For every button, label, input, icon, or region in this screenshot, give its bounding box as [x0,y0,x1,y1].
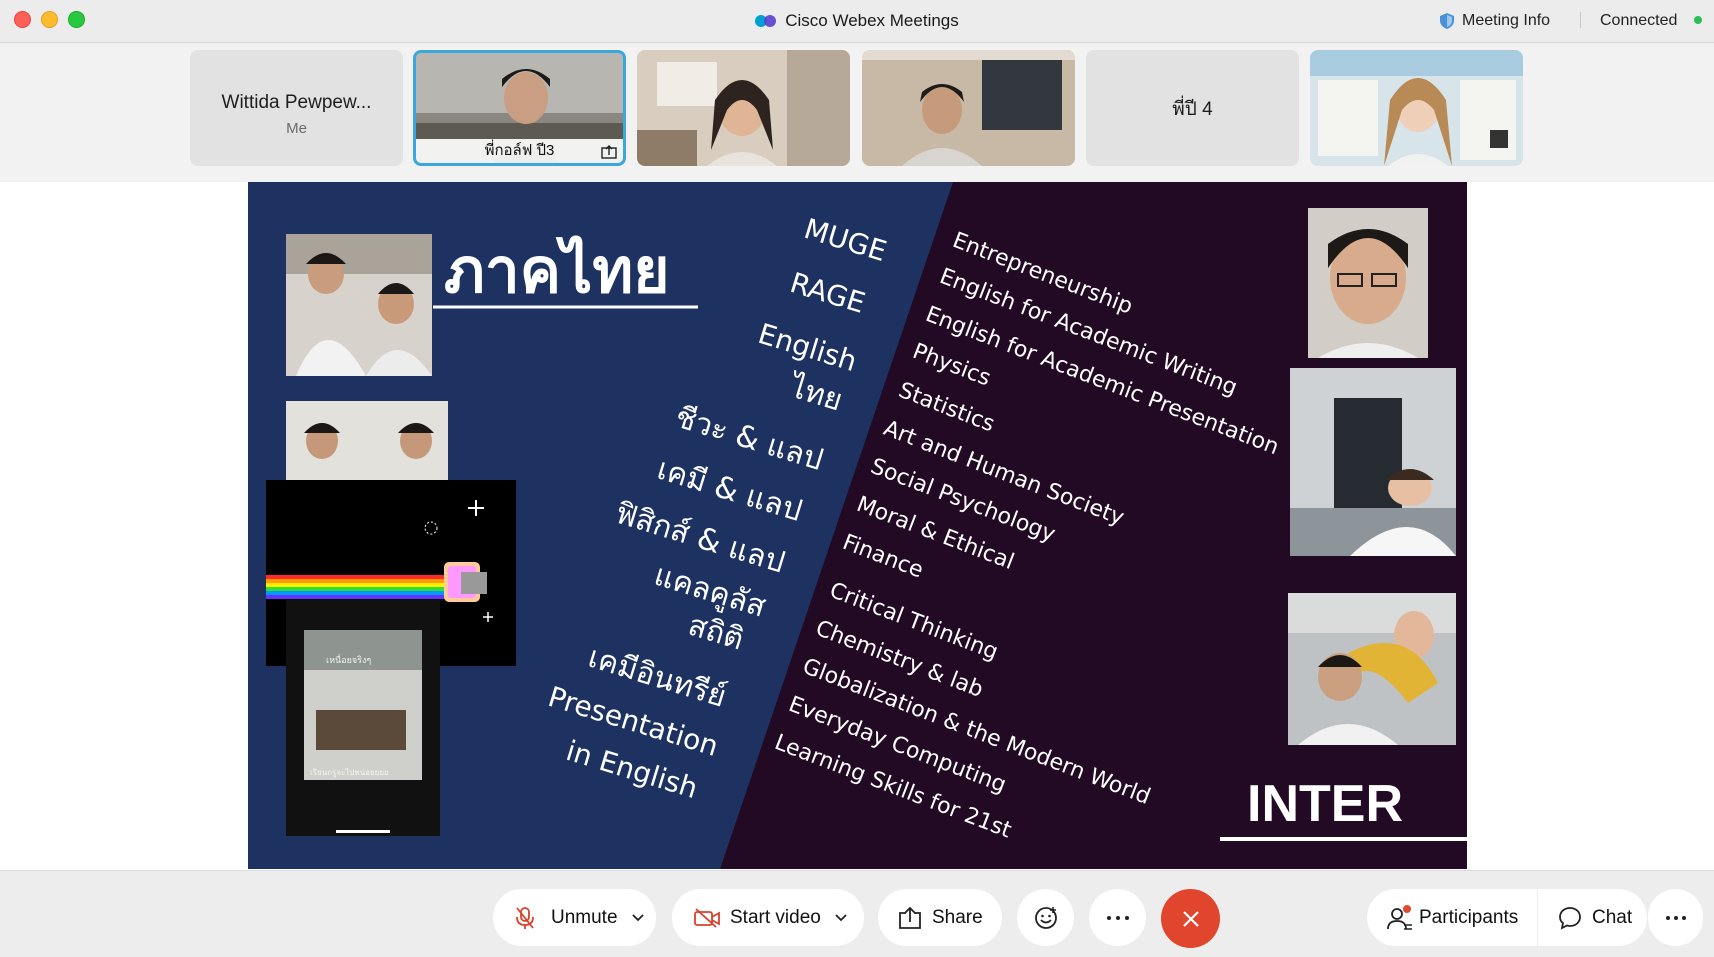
share-icon [899,906,921,929]
more-options-button[interactable] [1089,889,1146,946]
participant-tile-active-speaker[interactable]: พี่กอล์ฟ ปี3 [413,50,626,166]
shared-content-slide: เหนื่อยจริงๆ เรียนกรูจะไปหน่อยยยย ภาคไทย… [248,182,1467,869]
mic-muted-icon [516,906,534,929]
titlebar-divider [1580,12,1581,28]
slide-photo-classroom-1 [286,234,432,376]
slide-photo-student-glasses [1308,208,1428,358]
chevron-down-icon[interactable] [835,913,847,922]
participant-name: พี่ปี 4 [1172,99,1213,120]
participant-video [1310,50,1523,166]
chat-label: Chat [1592,906,1633,928]
participant-name: พี่กอล์ฟ ปี3 [416,139,623,163]
reactions-button[interactable] [1017,889,1074,946]
participant-video [637,50,850,166]
sharing-indicator-icon [601,145,617,159]
window-title-text: Cisco Webex Meetings [785,11,959,30]
chat-button[interactable]: Chat [1538,889,1647,946]
meeting-info-label: Meeting Info [1462,12,1551,29]
participant-tile-me[interactable]: Wittida Pewpew... Me [190,50,403,166]
participants-button[interactable]: Participants [1367,889,1537,946]
participant-name: Wittida Pewpew... [221,92,372,113]
phone-overlay-text-2: เรียนกรูจะไปหน่อยยยย [310,768,389,777]
unmute-label: Unmute [551,906,618,928]
connection-status-dot [1694,16,1702,24]
start-video-button[interactable]: Start video [672,889,864,946]
end-call-button[interactable] [1161,889,1220,948]
end-call-icon [1182,910,1199,927]
video-off-icon [694,907,720,928]
participant-tile-6[interactable] [1310,50,1523,166]
reactions-icon [1034,906,1057,929]
connection-status-label: Connected [1600,12,1678,29]
more-icon [1106,915,1129,920]
shield-icon [1440,13,1454,29]
participant-tile-3[interactable] [637,50,850,166]
slide-photo-classroom-sleeping [1290,368,1456,556]
participants-icon [1387,904,1412,930]
share-label: Share [932,906,983,928]
unmute-button[interactable]: Unmute [493,889,656,946]
participants-label: Participants [1419,906,1519,928]
chat-icon [1559,906,1581,930]
slide-image-phone-story [286,600,440,836]
start-video-label: Start video [730,906,821,928]
more-panels-button[interactable] [1648,889,1703,946]
slide-photo-friends [1288,593,1456,745]
meeting-info-button[interactable]: Meeting Info [1440,0,1550,42]
webex-logo-icon [755,13,777,29]
slide-title-thai: ภาคไทย [444,234,670,307]
more-icon [1665,915,1686,920]
participant-video [862,50,1075,166]
participant-tile-5[interactable]: พี่ปี 4 [1086,50,1299,166]
phone-overlay-text-1: เหนื่อยจริงๆ [326,656,372,666]
connection-status: Connected [1600,0,1677,42]
slide-title-inter: INTER [1247,775,1403,833]
participant-subtitle: Me [286,120,307,137]
chevron-down-icon[interactable] [631,913,644,922]
participant-tile-4[interactable] [862,50,1075,166]
share-button[interactable]: Share [878,889,1002,946]
